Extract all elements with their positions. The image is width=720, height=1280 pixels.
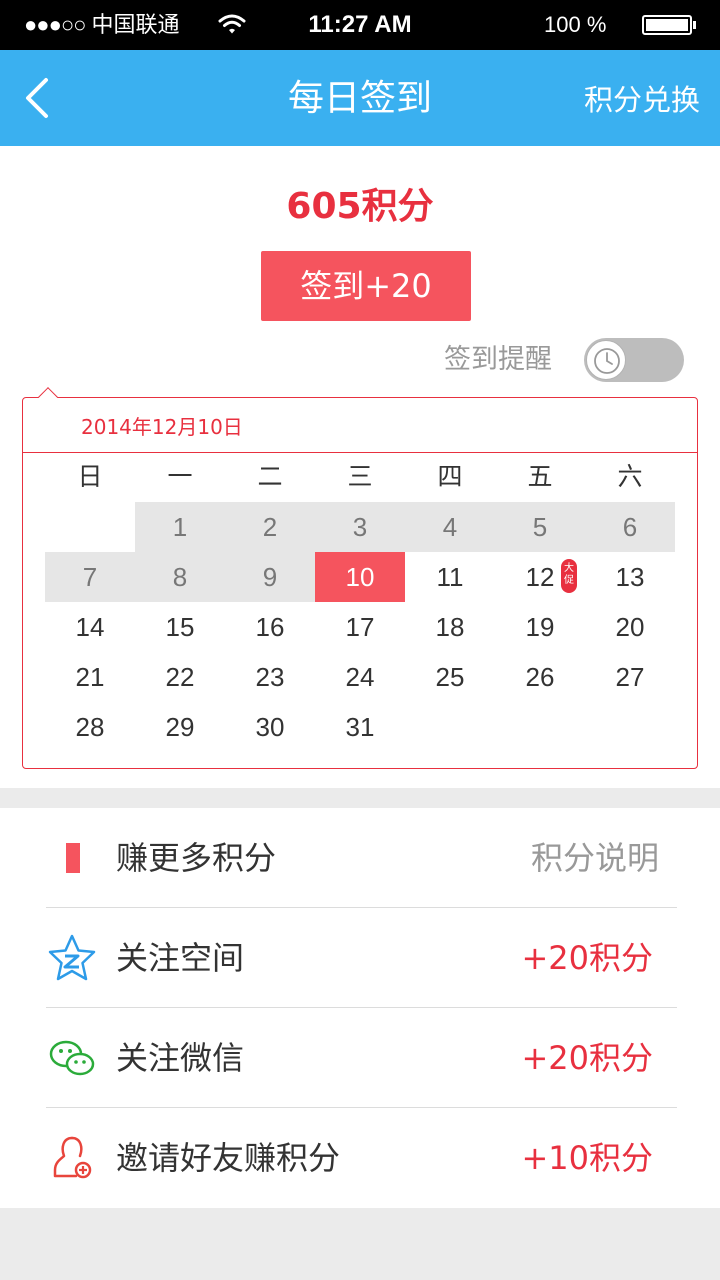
battery-cap	[693, 21, 696, 29]
points-exchange-link[interactable]: 积分兑换	[584, 82, 700, 118]
calendar-day[interactable]: 11	[405, 552, 495, 602]
calendar-day[interactable]: 2	[225, 502, 315, 552]
weekday-label: 三	[347, 462, 373, 491]
earn-list-title: 赚更多积分	[116, 839, 277, 877]
list-item-reward: +20积分	[521, 1039, 653, 1077]
calendar-day[interactable]: 25	[405, 652, 495, 702]
earn-list-header: 赚更多积分 积分说明	[46, 808, 677, 908]
calendar-day[interactable]: 13	[585, 552, 675, 602]
calendar-day[interactable]: 14	[45, 602, 135, 652]
points-total: 605积分	[286, 186, 434, 227]
calendar-day[interactable]: 5	[495, 502, 585, 552]
earn-points-list: 赚更多积分 积分说明 关注空间 +20积分 关注微信 +20积分 邀请好友赚积分…	[0, 808, 720, 1208]
calendar-day[interactable]: 9	[225, 552, 315, 602]
list-item-reward: +20积分	[521, 939, 653, 977]
calendar-day[interactable]: 1	[135, 502, 225, 552]
reminder-label: 签到提醒	[444, 344, 552, 375]
calendar-day[interactable]: 19	[495, 602, 585, 652]
calendar-divider	[23, 452, 697, 453]
list-item-reward: +10积分	[521, 1139, 653, 1177]
calendar-day[interactable]: 17	[315, 602, 405, 652]
weekday-label: 一	[167, 462, 193, 491]
reminder-toggle[interactable]	[584, 338, 684, 382]
calendar-day[interactable]: 28	[45, 702, 135, 752]
signin-panel: 605积分 签到+20 签到提醒 2014年12月10日 日一二三四五六 123…	[0, 146, 720, 788]
status-bar: ●●●○○ 中国联通 11:27 AM 100 %	[0, 0, 720, 50]
weekday-label: 二	[257, 462, 283, 491]
calendar-day[interactable]: 22	[135, 652, 225, 702]
list-item-invite[interactable]: 邀请好友赚积分 +10积分	[46, 1108, 677, 1208]
wechat-icon	[49, 1040, 95, 1076]
calendar-day[interactable]: 15	[135, 602, 225, 652]
calendar-day[interactable]: 29	[135, 702, 225, 752]
nav-bar: 每日签到 积分兑换	[0, 50, 720, 146]
calendar-day[interactable]: 27	[585, 652, 675, 702]
calendar-day[interactable]: 26	[495, 652, 585, 702]
calendar-date-label: 2014年12月10日	[81, 415, 243, 439]
list-item-wechat[interactable]: 关注微信 +20积分	[46, 1008, 677, 1108]
calendar-day[interactable]: 6	[585, 502, 675, 552]
calendar-day[interactable]: 4	[405, 502, 495, 552]
calendar: 2014年12月10日 日一二三四五六 1 2 3 4 5 6 7 8 9 10 11 12 13 14 1…	[22, 387, 698, 769]
weekday-label: 六	[617, 462, 643, 491]
weekday-label: 日	[77, 462, 103, 491]
points-rules-link[interactable]: 积分说明	[531, 838, 659, 878]
list-item-label: 关注微信	[116, 1039, 245, 1077]
signin-button[interactable]: 签到+20	[261, 251, 471, 321]
calendar-day[interactable]: 30	[225, 702, 315, 752]
calendar-day[interactable]: 18	[405, 602, 495, 652]
calendar-day[interactable]: 20	[585, 602, 675, 652]
list-item-label: 关注空间	[116, 939, 245, 977]
list-item-qzone[interactable]: 关注空间 +20积分	[46, 908, 677, 1008]
calendar-day[interactable]: 31	[315, 702, 405, 752]
calendar-day[interactable]: 21	[45, 652, 135, 702]
weekday-label: 五	[527, 462, 553, 491]
weekday-label: 四	[437, 462, 463, 491]
toggle-knob	[586, 340, 626, 380]
clock-icon	[594, 348, 620, 374]
battery-icon	[642, 15, 692, 35]
calendar-day[interactable]: 7	[45, 552, 135, 602]
qzone-star-icon	[48, 934, 96, 981]
calendar-day[interactable]: 16	[225, 602, 315, 652]
clock-time: 11:27 AM	[308, 11, 412, 38]
bottom-spacer	[0, 1208, 720, 1280]
list-item-label: 邀请好友赚积分	[116, 1139, 341, 1177]
promo-badge: 大促	[561, 559, 577, 593]
calendar-day[interactable]: 23	[225, 652, 315, 702]
calendar-day-today[interactable]: 10	[315, 552, 405, 602]
battery-percent: 100 %	[544, 12, 607, 37]
calendar-pointer	[38, 387, 58, 407]
calendar-day[interactable]: 8	[135, 552, 225, 602]
red-bar-icon	[66, 843, 80, 873]
calendar-day[interactable]: 24	[315, 652, 405, 702]
calendar-day[interactable]: 3	[315, 502, 405, 552]
invite-friend-icon	[53, 1136, 92, 1179]
